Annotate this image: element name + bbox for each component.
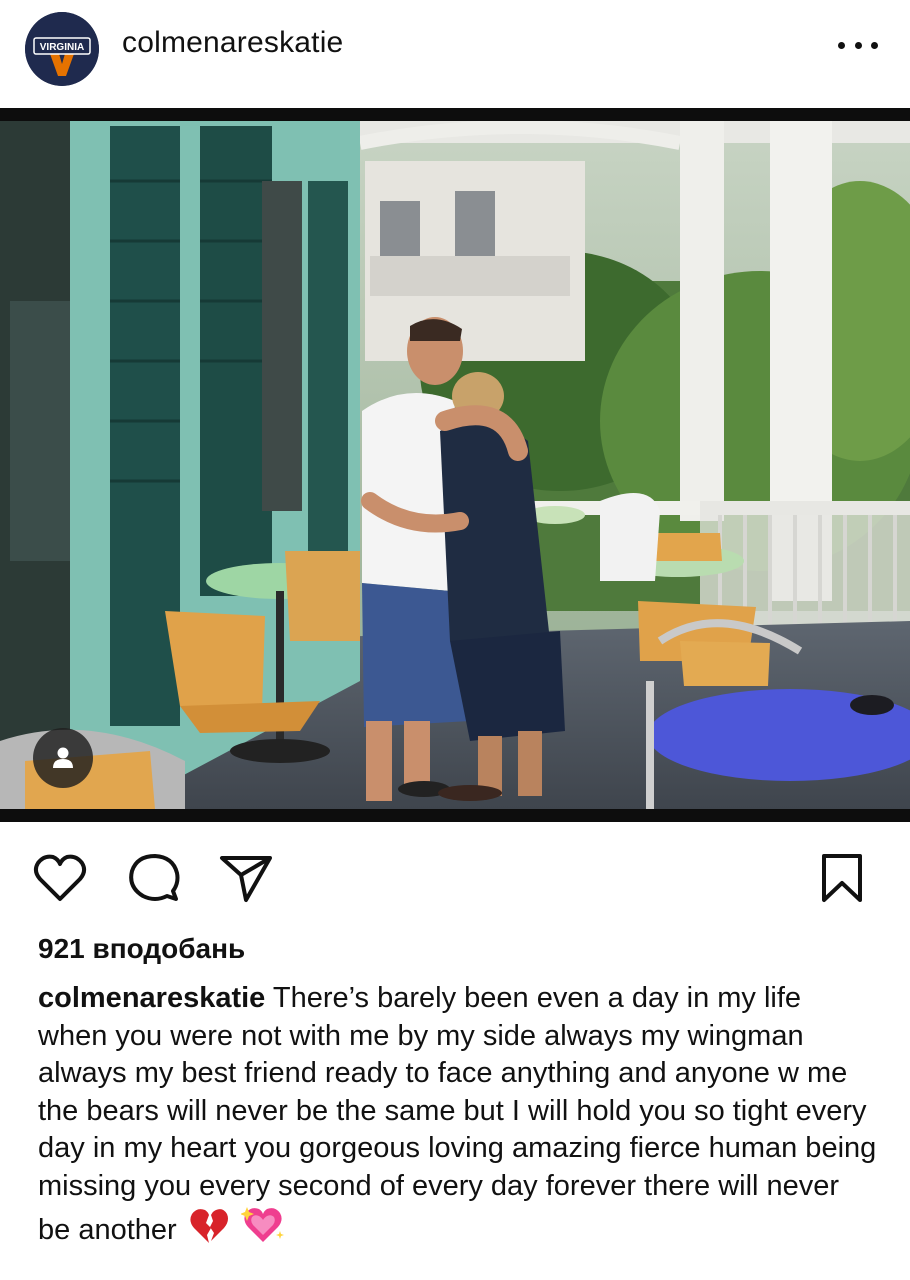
avatar-text: VIRGINIA [40,42,84,53]
sparkling-heart-emoji [240,1207,284,1242]
post-username[interactable]: colmenareskatie [122,26,343,60]
virginia-logo-icon: VIRGINIA [25,12,99,86]
post-header: VIRGINIA colmenareskatie [0,0,910,108]
caption: colmenareskatie There’s barely been even… [38,980,878,1250]
likes-count[interactable]: 921 вподобань [38,933,245,965]
caption-username[interactable]: colmenareskatie [38,982,265,1014]
user-tag-icon[interactable] [33,728,93,788]
broken-heart-emoji [190,1209,228,1243]
caption-text: There’s barely been even a day in my lif… [38,982,877,1246]
post-photo[interactable] [0,121,910,809]
bookmark-icon[interactable] [812,848,872,908]
action-bar [0,840,910,912]
send-icon[interactable] [216,848,276,908]
post-image-frame [0,108,910,822]
avatar[interactable]: VIRGINIA [25,12,99,86]
heart-icon[interactable] [30,848,90,908]
porch-photo-illustration [0,121,910,809]
more-options-icon[interactable] [838,30,878,60]
comment-icon[interactable] [124,848,184,908]
